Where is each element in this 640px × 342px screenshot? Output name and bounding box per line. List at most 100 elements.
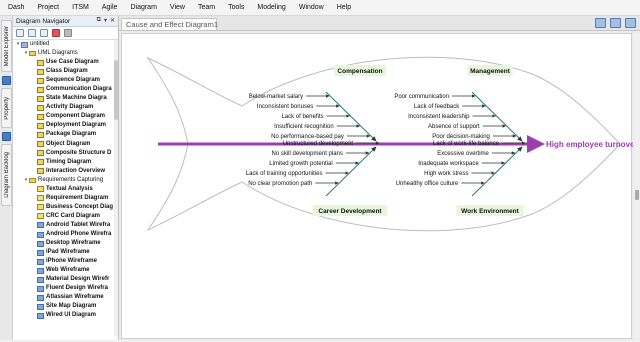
tree-item-label: Object Diagram [46, 140, 91, 147]
menu-window[interactable]: Window [295, 4, 333, 11]
cause-label: Lack of training opportunities [246, 171, 323, 177]
maximize-icon[interactable] [625, 18, 636, 28]
tree-item[interactable]: Site Map Diagram [13, 302, 118, 311]
tree-item-label: Textual Analysis [46, 185, 93, 192]
pin-icon[interactable]: ▾ [104, 17, 107, 24]
tree-item[interactable]: Class Diagram [13, 67, 118, 76]
tree-item-label: Requirement Diagram [46, 194, 109, 201]
wire-icon [37, 240, 44, 247]
menu-view[interactable]: View [166, 4, 194, 11]
diagram-icon [37, 122, 44, 129]
navigator-toolbar [13, 27, 118, 40]
effect-label: High employee turnover [546, 140, 633, 149]
tree-item[interactable]: ▾ Requirements Capturing [13, 176, 118, 185]
tree-item[interactable]: ▾ untitled [13, 40, 118, 49]
tree-item[interactable]: Composite Structure D [13, 149, 118, 158]
tree-item[interactable]: State Machine Diagra [13, 94, 118, 103]
menu-project[interactable]: Project [33, 4, 68, 11]
wire-icon [37, 258, 44, 265]
menu-diagram[interactable]: Diagram [126, 4, 165, 11]
compare-icon[interactable] [595, 18, 606, 28]
tree-item-label: Site Map Diagram [46, 303, 97, 310]
tree-item[interactable]: Use Case Diagram [13, 58, 118, 67]
tree-item[interactable]: Web Wireframe [13, 266, 118, 275]
tree-item-label: Component Diagram [46, 113, 106, 120]
tree-item[interactable]: Wired UI Diagram [13, 311, 118, 320]
tree-item[interactable]: CRC Card Diagram [13, 212, 118, 221]
wire-icon [37, 231, 44, 238]
tree-item[interactable]: Textual Analysis [13, 185, 118, 194]
tree-item-label: Android Tablet Wirefra [46, 221, 111, 228]
diagram-navigator-panel: Diagram Navigator ⧉ ▾ ✕ ▾ untitled ▾ UML Di… [13, 16, 119, 340]
tree-item[interactable]: Material Design Wirefr [13, 275, 118, 284]
tree-item[interactable]: Android Phone Wirefra [13, 230, 118, 239]
float-icon[interactable]: ⧉ [97, 17, 101, 24]
navigator-scrollbar[interactable] [114, 40, 118, 336]
cause-label: Inconsistent bonuses [257, 104, 313, 110]
tree-item[interactable]: Desktop Wireframe [13, 239, 118, 248]
cause-label: Below-market salary [249, 94, 303, 100]
tree-item-label: State Machine Diagra [46, 95, 107, 102]
tree-item[interactable]: Atlassian Wireframe [13, 293, 118, 302]
req-icon [37, 195, 44, 202]
diagram-icon [37, 131, 44, 138]
sort-icon[interactable] [40, 29, 48, 37]
tree-item[interactable]: Sequence Diagram [13, 76, 118, 85]
tree-item[interactable]: Communication Diagra [13, 85, 118, 94]
menu-help[interactable]: Help [333, 4, 360, 11]
tree-item[interactable]: ▾ UML Diagrams [13, 49, 118, 58]
diagram-icon [37, 59, 44, 66]
cause-label: Inadequate workspace [418, 161, 479, 167]
filter-icon[interactable] [52, 29, 60, 37]
tree-item[interactable]: Requirement Diagram [13, 194, 118, 203]
category-label: Career Development [318, 208, 382, 215]
diagram-icon [37, 113, 44, 120]
tree-item[interactable]: Fluent Design Wirefra [13, 284, 118, 293]
property-icon[interactable] [2, 76, 11, 85]
collapse-icon[interactable] [64, 29, 72, 37]
cause-label: No performance-based pay [271, 134, 344, 140]
cause-label: Absence of support [428, 124, 480, 130]
tree-item[interactable]: Component Diagram [13, 112, 118, 121]
tree-item[interactable]: Activity Diagram [13, 103, 118, 112]
wire-icon [37, 294, 44, 301]
cause-label: Poor communication [394, 94, 449, 100]
backlog-icon[interactable] [2, 132, 11, 141]
tab-model-explorer[interactable]: Model Explorer [1, 20, 12, 72]
diagram-layout-icon[interactable] [610, 18, 621, 28]
tree-item[interactable]: Deployment Diagram [13, 121, 118, 130]
menu-itsm[interactable]: ITSM [68, 4, 98, 11]
tree-item[interactable]: iPad Wireframe [13, 248, 118, 257]
menu-modeling[interactable]: Modeling [253, 4, 294, 11]
tab-diagram-backlog[interactable]: Diagram Backlog [1, 144, 12, 206]
tree-item-label: Use Case Diagram [46, 59, 99, 66]
tree-item[interactable]: Business Concept Diag [13, 203, 118, 212]
tab-cause-and-effect-diagram[interactable]: Cause and Effect Diagram1 [121, 18, 218, 30]
tree-item-label: Deployment Diagram [46, 122, 107, 129]
cause-label: No clear promotion path [248, 181, 312, 187]
tree-item[interactable]: Object Diagram [13, 140, 118, 149]
canvas-scroll-thumb[interactable] [635, 190, 639, 200]
tree-item[interactable]: Android Tablet Wirefra [13, 221, 118, 230]
root-icon [21, 41, 28, 48]
tree-item[interactable]: iPhone Wireframe [13, 257, 118, 266]
tab-property[interactable]: Property [1, 88, 12, 128]
menu-tools[interactable]: Tools [224, 4, 253, 11]
tree-item-label: Sequence Diagram [46, 77, 101, 84]
close-icon[interactable]: ✕ [110, 17, 115, 24]
canvas-scrollbar[interactable] [634, 33, 640, 339]
new-folder-icon[interactable] [28, 29, 36, 37]
tree-item[interactable]: Package Diagram [13, 130, 118, 139]
diagram-canvas[interactable]: High employee turnover Compensation Below-… [121, 33, 638, 339]
cause-label: Lack of feedback [414, 104, 460, 110]
menu-dash[interactable]: Dash [4, 4, 33, 11]
editor-tab-bar: Cause and Effect Diagram1 [119, 16, 640, 31]
category-label: Work Environment [461, 208, 520, 215]
menu-team[interactable]: Team [194, 4, 224, 11]
navigator-scroll-thumb[interactable] [114, 60, 118, 120]
tree-item[interactable]: Interaction Overview [13, 167, 118, 176]
tree-item[interactable]: Timing Diagram [13, 158, 118, 167]
tree-item-label: Package Diagram [46, 131, 97, 138]
menu-agile[interactable]: Agile [98, 4, 127, 11]
new-diagram-icon[interactable] [16, 29, 24, 37]
